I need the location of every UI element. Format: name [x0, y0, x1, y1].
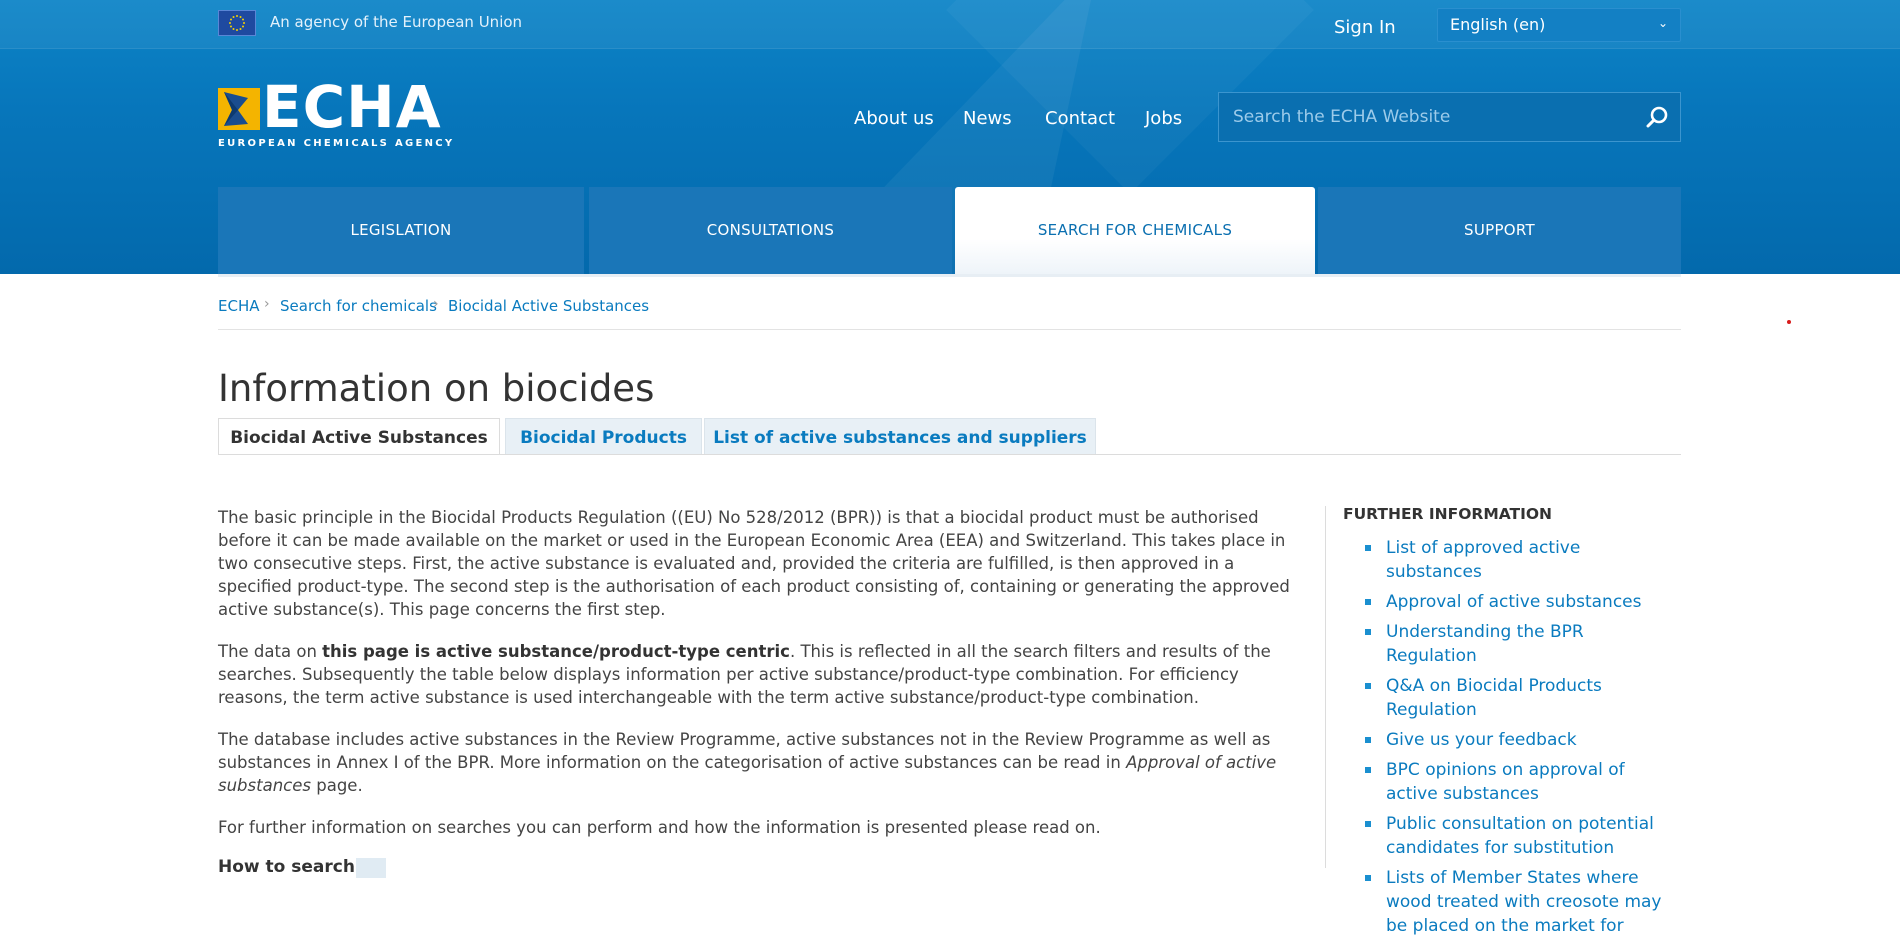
tab-biocidal-active-substances[interactable]: Biocidal Active Substances: [218, 418, 500, 455]
nav-news[interactable]: News: [963, 108, 1012, 129]
intro-paragraph: The basic principle in the Biocidal Prod…: [218, 508, 1290, 619]
eu-flag-icon: [218, 10, 256, 36]
further-info-paragraph: For further information on searches you …: [218, 818, 1101, 837]
mainnav-label: SEARCH FOR CHEMICALS: [1037, 221, 1233, 239]
further-info-list: List of approved active substances Appro…: [1343, 536, 1673, 944]
site-header: An agency of the European Union Sign In …: [0, 0, 1900, 274]
search-icon: [1646, 106, 1668, 128]
mainnav-search-for-chemicals[interactable]: SEARCH FOR CHEMICALS: [955, 187, 1315, 274]
sidebar-link-label: List of approved active substances: [1386, 538, 1581, 582]
sidebar-link[interactable]: Public consultation on potential candida…: [1343, 812, 1673, 860]
sidebar-link-label: Lists of Member States where wood treate…: [1386, 868, 1662, 936]
chevron-right-icon: ›: [264, 296, 270, 312]
sidebar-link[interactable]: Give us your feedback: [1343, 728, 1673, 752]
site-search: [1218, 92, 1681, 142]
sidebar-title: FURTHER INFORMATION: [1343, 505, 1553, 523]
echa-logo-mark-icon: [218, 88, 260, 130]
square-bullet-icon: [1365, 767, 1371, 773]
emphasis-text: this page is active substance/product-ty…: [322, 642, 790, 661]
sidebar-link[interactable]: Understanding the BPR Regulation: [1343, 620, 1673, 668]
mainnav-label: LEGISLATION: [350, 221, 452, 239]
logo-subtitle: EUROPEAN CHEMICALS AGENCY: [218, 138, 455, 149]
language-select[interactable]: English (en) ⌄: [1437, 8, 1681, 42]
tab-baseline: [218, 454, 1681, 455]
tab-biocidal-products[interactable]: Biocidal Products: [505, 418, 702, 455]
sidebar-link-label: Give us your feedback: [1386, 730, 1577, 750]
breadcrumb-biocidal-active-substances[interactable]: Biocidal Active Substances: [448, 297, 649, 315]
breadcrumb-echa[interactable]: ECHA: [218, 297, 260, 315]
mainnav-consultations[interactable]: CONSULTATIONS: [589, 187, 952, 274]
eu-agency-label: An agency of the European Union: [270, 13, 523, 31]
square-bullet-icon: [1365, 545, 1371, 551]
search-button[interactable]: [1644, 105, 1670, 131]
chevron-right-icon: ›: [433, 296, 439, 312]
eu-topbar: An agency of the European Union Sign In …: [0, 0, 1900, 49]
tab-label: List of active substances and suppliers: [713, 428, 1087, 448]
mainnav-legislation[interactable]: LEGISLATION: [218, 187, 584, 274]
tab-list-of-active-substances[interactable]: List of active substances and suppliers: [704, 418, 1096, 455]
sign-in-link[interactable]: Sign In: [1334, 17, 1396, 38]
echa-logo[interactable]: ECHA EUROPEAN CHEMICALS AGENCY: [218, 78, 468, 150]
search-input[interactable]: [1219, 93, 1629, 141]
square-bullet-icon: [1365, 599, 1371, 605]
red-dot-marker: [1787, 320, 1791, 324]
sidebar-link[interactable]: List of approved active substances: [1343, 536, 1673, 584]
nav-about-us[interactable]: About us: [854, 108, 934, 129]
mainnav-label: SUPPORT: [1464, 221, 1535, 239]
nav-underline: [218, 274, 1681, 277]
sidebar-link-label: Understanding the BPR Regulation: [1386, 622, 1584, 666]
sidebar-link-label: Approval of active substances: [1386, 592, 1642, 612]
square-bullet-icon: [1365, 875, 1371, 881]
tab-label: Biocidal Products: [520, 428, 687, 448]
mainnav-label: CONSULTATIONS: [706, 221, 835, 239]
divider: [218, 329, 1681, 330]
nav-contact[interactable]: Contact: [1045, 108, 1115, 129]
sidebar-link[interactable]: Approval of active substances: [1343, 590, 1673, 614]
text-segment: page.: [310, 776, 363, 795]
sidebar-link-label: Q&A on Biocidal Products Regulation: [1386, 676, 1602, 720]
nav-jobs[interactable]: Jobs: [1145, 108, 1182, 129]
sidebar-divider: [1325, 506, 1326, 868]
breadcrumb-search-for-chemicals[interactable]: Search for chemicals: [280, 297, 437, 315]
page-title: Information on biocides: [218, 366, 655, 410]
square-bullet-icon: [1365, 737, 1371, 743]
square-bullet-icon: [1365, 683, 1371, 689]
sidebar-link[interactable]: Lists of Member States where wood treate…: [1343, 866, 1673, 938]
how-to-search-heading: How to search: [218, 857, 355, 877]
sidebar-link[interactable]: BPC opinions on approval of active subst…: [1343, 758, 1673, 806]
language-select-value: English (en): [1450, 15, 1546, 34]
database-paragraph: The database includes active substances …: [218, 728, 1303, 797]
logo-wordmark: ECHA: [262, 73, 442, 141]
tab-label: Biocidal Active Substances: [230, 428, 488, 448]
sidebar-link-label: Public consultation on potential candida…: [1386, 814, 1654, 858]
data-centric-paragraph: The data on this page is active substanc…: [218, 640, 1303, 709]
sidebar-link-label: BPC opinions on approval of active subst…: [1386, 760, 1625, 804]
text-segment: The database includes active substances …: [218, 730, 1271, 772]
square-bullet-icon: [1365, 629, 1371, 635]
text-segment: The data on: [218, 642, 323, 661]
sidebar-link[interactable]: Q&A on Biocidal Products Regulation: [1343, 674, 1673, 722]
square-bullet-icon: [1365, 821, 1371, 827]
chevron-down-icon: ⌄: [1657, 16, 1668, 30]
mainnav-support[interactable]: SUPPORT: [1318, 187, 1681, 274]
expand-toggle[interactable]: [356, 858, 386, 878]
